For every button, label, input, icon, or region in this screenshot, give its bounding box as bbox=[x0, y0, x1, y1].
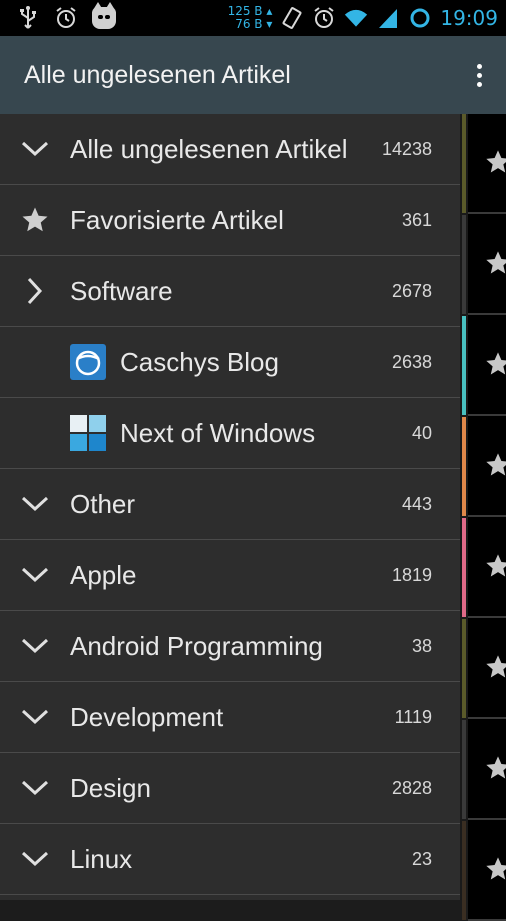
drawer-item-alle-ungelesenen[interactable]: Alle ungelesenen Artikel 14238 bbox=[0, 114, 460, 185]
article-item[interactable] bbox=[468, 215, 506, 315]
star-icon[interactable] bbox=[484, 451, 506, 479]
drawer-item-label: Alle ungelesenen Artikel bbox=[70, 133, 348, 164]
article-list bbox=[468, 114, 506, 921]
signal-icon bbox=[376, 6, 400, 30]
article-accent-strip bbox=[460, 114, 468, 920]
unread-count: 361 bbox=[401, 209, 432, 230]
alarm-icon bbox=[54, 6, 78, 30]
drawer-item-other[interactable]: Other 443 bbox=[0, 469, 460, 540]
drawer-item-next-of-windows[interactable]: Next of Windows 40 bbox=[0, 398, 460, 469]
chevron-down-icon[interactable] bbox=[0, 850, 70, 868]
network-speed: 125 B ▴ 76 B ▾ bbox=[228, 5, 273, 31]
cyanogenmod-icon bbox=[92, 2, 116, 30]
auto-rotate-icon bbox=[280, 6, 304, 30]
drawer-item-label: Development bbox=[70, 701, 224, 732]
unread-count: 443 bbox=[401, 493, 432, 514]
article-accent-segment bbox=[462, 316, 466, 415]
unread-count: 14238 bbox=[381, 138, 432, 159]
article-accent-segment bbox=[462, 417, 466, 516]
star-icon[interactable] bbox=[484, 653, 506, 681]
overflow-dot-icon bbox=[476, 63, 482, 69]
drawer-item-label: Next of Windows bbox=[120, 417, 316, 448]
drawer-item-android-programming[interactable]: Android Programming 38 bbox=[0, 611, 460, 682]
network-download: 76 B ▾ bbox=[235, 17, 273, 31]
article-accent-segment bbox=[462, 619, 466, 718]
unread-count: 40 bbox=[411, 422, 432, 443]
unread-count: 38 bbox=[411, 635, 432, 656]
drawer-item-favorisierte[interactable]: Favorisierte Artikel 361 bbox=[0, 185, 460, 256]
star-icon[interactable] bbox=[484, 754, 506, 782]
drawer-item-label: Linux bbox=[70, 843, 133, 874]
drawer-item-software[interactable]: Software 2678 bbox=[0, 256, 460, 327]
overflow-dot-icon bbox=[476, 81, 482, 87]
drawer-item-label: Android Programming bbox=[70, 630, 323, 661]
usb-icon bbox=[16, 6, 40, 30]
drawer-item-label: Other bbox=[70, 488, 136, 519]
drawer-item-caschys-blog[interactable]: Caschys Blog 2638 bbox=[0, 327, 460, 398]
clock: 19:09 bbox=[440, 6, 498, 30]
unread-count: 2828 bbox=[391, 777, 432, 798]
article-item[interactable] bbox=[468, 720, 506, 820]
star-icon[interactable] bbox=[484, 148, 506, 176]
article-item[interactable] bbox=[468, 619, 506, 719]
star-icon[interactable] bbox=[484, 552, 506, 580]
star-icon bbox=[0, 205, 70, 235]
drawer-item-linux[interactable]: Linux 23 bbox=[0, 824, 460, 895]
chevron-down-icon[interactable] bbox=[0, 566, 70, 584]
article-accent-segment bbox=[462, 114, 466, 213]
navigation-drawer: Alle ungelesenen Artikel 14238 Favorisie… bbox=[0, 114, 460, 900]
article-accent-segment bbox=[462, 215, 466, 314]
drawer-item-label: Favorisierte Artikel bbox=[70, 204, 284, 235]
drawer-item-design[interactable]: Design 2828 bbox=[0, 753, 460, 824]
article-accent-segment bbox=[462, 518, 466, 617]
drawer-item-label: Apple bbox=[70, 559, 137, 590]
unread-count: 1819 bbox=[391, 564, 432, 585]
chevron-down-icon[interactable] bbox=[0, 495, 70, 513]
unread-count: 2678 bbox=[391, 280, 432, 301]
unread-count: 2638 bbox=[391, 351, 432, 372]
article-item[interactable] bbox=[468, 114, 506, 214]
article-item[interactable] bbox=[468, 518, 506, 618]
drawer-item-apple[interactable]: Apple 1819 bbox=[0, 540, 460, 611]
chevron-down-icon[interactable] bbox=[0, 779, 70, 797]
star-icon[interactable] bbox=[484, 855, 506, 883]
overflow-menu-button[interactable] bbox=[464, 55, 494, 95]
unread-count: 1119 bbox=[394, 706, 432, 727]
drawer-item-label: Design bbox=[70, 772, 151, 803]
unread-count: 23 bbox=[411, 848, 432, 869]
wifi-icon bbox=[344, 6, 368, 30]
page-title: Alle ungelesenen Artikel bbox=[24, 60, 291, 89]
alarm-icon bbox=[312, 6, 336, 30]
article-item[interactable] bbox=[468, 417, 506, 517]
star-icon[interactable] bbox=[484, 350, 506, 378]
action-bar: Alle ungelesenen Artikel bbox=[0, 36, 506, 114]
status-bar: 125 B ▴ 76 B ▾ 19:09 bbox=[0, 0, 506, 36]
chevron-down-icon[interactable] bbox=[0, 637, 70, 655]
caschys-blog-icon bbox=[0, 344, 120, 380]
article-accent-segment bbox=[462, 720, 466, 819]
star-icon[interactable] bbox=[484, 249, 506, 277]
chevron-right-icon[interactable] bbox=[0, 276, 70, 306]
drawer-item-label: Caschys Blog bbox=[120, 346, 279, 377]
overflow-dot-icon bbox=[476, 72, 482, 78]
circle-indicator-icon bbox=[408, 6, 432, 30]
drawer-item-development[interactable]: Development 1119 bbox=[0, 682, 460, 753]
next-of-windows-icon bbox=[0, 415, 120, 451]
chevron-down-icon[interactable] bbox=[0, 140, 70, 158]
article-item[interactable] bbox=[468, 821, 506, 921]
drawer-item-label: Software bbox=[70, 275, 173, 306]
article-item[interactable] bbox=[468, 316, 506, 416]
chevron-down-icon[interactable] bbox=[0, 708, 70, 726]
article-accent-segment bbox=[462, 821, 466, 920]
